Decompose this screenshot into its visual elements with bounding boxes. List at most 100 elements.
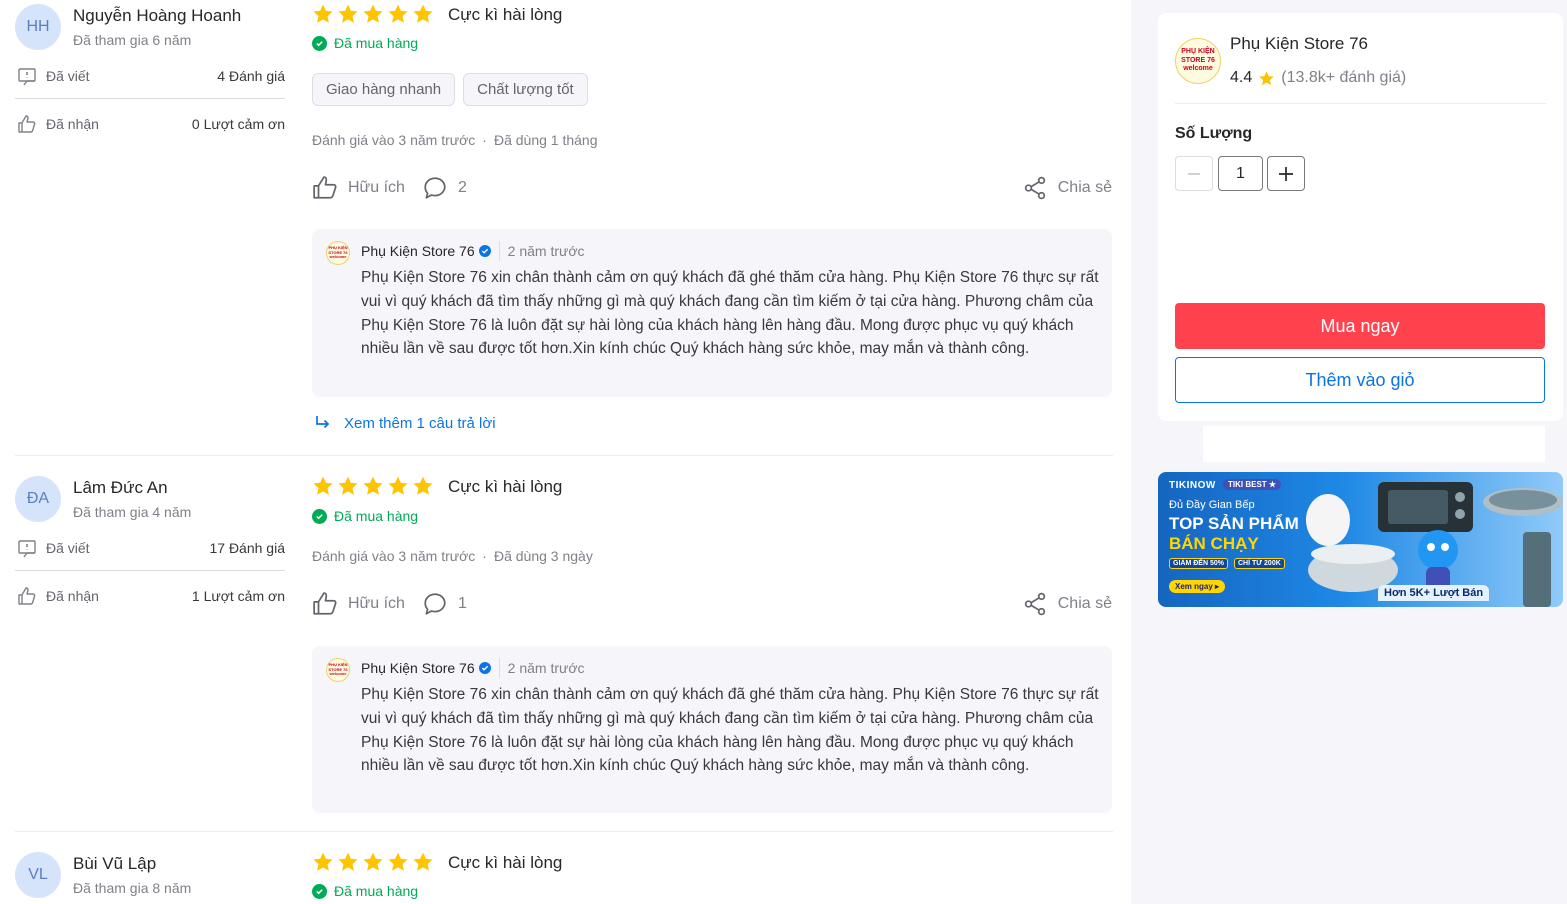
helpful-label: Hữu ích <box>348 179 405 196</box>
avatar: HH <box>15 4 61 50</box>
helpful-button[interactable]: Hữu ích <box>312 591 405 617</box>
shop-name[interactable]: Phụ Kiện Store 76 <box>1230 34 1368 54</box>
share-label: Chia sẻ <box>1057 179 1112 196</box>
thumbs-up-icon <box>18 115 36 133</box>
reply-shop-name: Phụ Kiện Store 76 <box>361 660 475 676</box>
stat-written: Đã viết 17 Đánh giá <box>15 538 285 560</box>
stat-received-value: 1 Lượt cảm ơn <box>191 588 285 604</box>
star-icon <box>1259 70 1274 85</box>
reviewer-joined: Đã tham gia 4 năm <box>73 504 192 520</box>
comment-count: 1 <box>458 595 467 612</box>
comment-icon <box>424 593 446 615</box>
helpful-button[interactable]: Hữu ích <box>312 175 405 201</box>
thumbs-up-icon <box>18 587 36 605</box>
share-icon <box>1024 592 1045 616</box>
star-icon <box>363 4 383 23</box>
reviews-panel: HH Nguyễn Hoàng Hoanh Đã tham gia 6 năm … <box>0 0 1131 904</box>
review-written-icon <box>18 540 36 558</box>
view-more-label: Xem thêm 1 câu trả lời <box>344 414 496 432</box>
stat-written-value: 17 Đánh giá <box>209 540 285 556</box>
rating-stars <box>312 851 434 873</box>
view-more-replies[interactable]: Xem thêm 1 câu trả lời <box>314 414 496 432</box>
shop-logo: PHỤ KIỆN STORE 76 welcome <box>326 658 350 682</box>
rating-stars <box>312 475 434 497</box>
bought-badge: Đã mua hàng <box>312 35 418 51</box>
used-for: Đã dùng 3 ngày <box>493 548 593 564</box>
meta-dot: · <box>482 132 487 148</box>
star-icon <box>388 476 408 495</box>
banner-headline: TOP SẢN PHẨM <box>1169 514 1299 533</box>
purchase-card: PHỤ KIỆN STORE 76 welcome Phụ Kiện Store… <box>1158 13 1563 421</box>
review-separator <box>15 455 1113 456</box>
stat-written-label: Đã viết <box>46 68 90 84</box>
star-icon <box>388 852 408 871</box>
banner-headline-2: BÁN CHẠY <box>1169 534 1259 553</box>
star-icon <box>338 476 358 495</box>
reviewed-at: Đánh giá vào 3 năm trước <box>312 548 476 564</box>
reply-arrow-icon <box>316 416 330 429</box>
star-icon <box>413 476 433 495</box>
promo-banner[interactable]: TIKINOW TIKI BEST ★ Đủ Đầy Gian Bếp TOP … <box>1158 472 1563 607</box>
star-icon <box>413 852 433 871</box>
banner-cta[interactable]: Xem ngay ▸ <box>1169 580 1226 593</box>
shop-logo: PHỤ KIỆN STORE 76 welcome <box>326 241 350 265</box>
banner-sold-count: Hơn 5K+ Lượt Bán <box>1378 585 1490 601</box>
reviewer-joined: Đã tham gia 6 năm <box>73 32 192 48</box>
review-separator <box>15 831 1113 832</box>
bought-badge: Đã mua hàng <box>312 883 418 899</box>
shop-rating: 4.4 (13.8k+ đánh giá) <box>1230 69 1406 87</box>
share-icon <box>1024 176 1045 200</box>
star-icon <box>338 4 358 23</box>
stat-received: Đã nhận 1 Lượt cảm ơn <box>15 586 285 608</box>
star-icon <box>313 4 333 23</box>
comment-count: 2 <box>458 179 467 196</box>
review-chips: Giao hàng nhanh Chất lượng tốt <box>312 73 588 106</box>
review-meta: Đánh giá vào 3 năm trước · Đã dùng 1 tháng <box>312 132 598 148</box>
thumbs-up-icon <box>313 592 337 615</box>
share-button[interactable]: Chia sẻ <box>1022 175 1112 201</box>
review-actions: Hữu ích 2 Chia sẻ <box>312 175 1112 203</box>
divider <box>15 570 285 571</box>
buy-now-button[interactable]: Mua ngay <box>1175 303 1545 349</box>
stat-received-label: Đã nhận <box>46 116 99 132</box>
divider <box>1175 103 1546 104</box>
stat-received: Đã nhận 0 Lượt cảm ơn <box>15 114 285 136</box>
helpful-label: Hữu ích <box>348 595 405 612</box>
bought-label: Đã mua hàng <box>334 883 419 899</box>
reviewer-name: Nguyễn Hoàng Hoanh <box>73 6 242 25</box>
add-to-cart-button[interactable]: Thêm vào giỏ <box>1175 357 1545 403</box>
plus-icon <box>1279 166 1293 181</box>
reviewer-name: Lâm Đức An <box>73 478 168 497</box>
stat-written-label: Đã viết <box>46 540 90 556</box>
reviewer-name: Bùi Vũ Lập <box>73 854 157 873</box>
stat-received-label: Đã nhận <box>46 588 99 604</box>
comment-button[interactable]: 1 <box>422 591 467 617</box>
reply-text: Phụ Kiện Store 76 xin chân thành cảm ơn … <box>361 686 1099 775</box>
comment-button[interactable]: 2 <box>422 175 467 201</box>
quantity-increase-button[interactable] <box>1267 156 1305 191</box>
shop-rating-count: (13.8k+ đánh giá) <box>1281 69 1407 86</box>
star-icon <box>413 4 433 23</box>
check-circle-icon <box>312 883 327 899</box>
shop-rating-value: 4.4 <box>1230 69 1253 86</box>
review-title: Cực kì hài lòng <box>448 5 563 24</box>
review-actions: Hữu ích 1 Chia sẻ <box>312 591 1112 619</box>
shop-logo[interactable]: PHỤ KIỆN STORE 76 welcome <box>1175 38 1221 84</box>
star-icon <box>313 476 333 495</box>
reply-text: Phụ Kiện Store 76 xin chân thành cảm ơn … <box>361 269 1099 358</box>
purchase-sidebar: PHỤ KIỆN STORE 76 welcome Phụ Kiện Store… <box>1131 0 1567 904</box>
bought-badge: Đã mua hàng <box>312 508 418 524</box>
review-chip: Giao hàng nhanh <box>312 73 456 106</box>
bought-label: Đã mua hàng <box>334 35 419 51</box>
thumbs-up-icon <box>313 176 337 199</box>
review-title: Cực kì hài lòng <box>448 477 563 496</box>
quantity-decrease-button[interactable] <box>1175 156 1213 191</box>
reply-separator <box>498 241 500 261</box>
reply-header: Phụ Kiện Store 76 2 năm trước <box>361 241 585 261</box>
quantity-label: Số Lượng <box>1175 125 1253 142</box>
quantity-input[interactable]: 1 <box>1218 156 1263 191</box>
minus-icon <box>1188 172 1200 175</box>
seller-reply: PHỤ KIỆN STORE 76 welcome Phụ Kiện Store… <box>312 646 1112 813</box>
reply-time: 2 năm trước <box>507 660 585 676</box>
share-button[interactable]: Chia sẻ <box>1022 591 1112 617</box>
